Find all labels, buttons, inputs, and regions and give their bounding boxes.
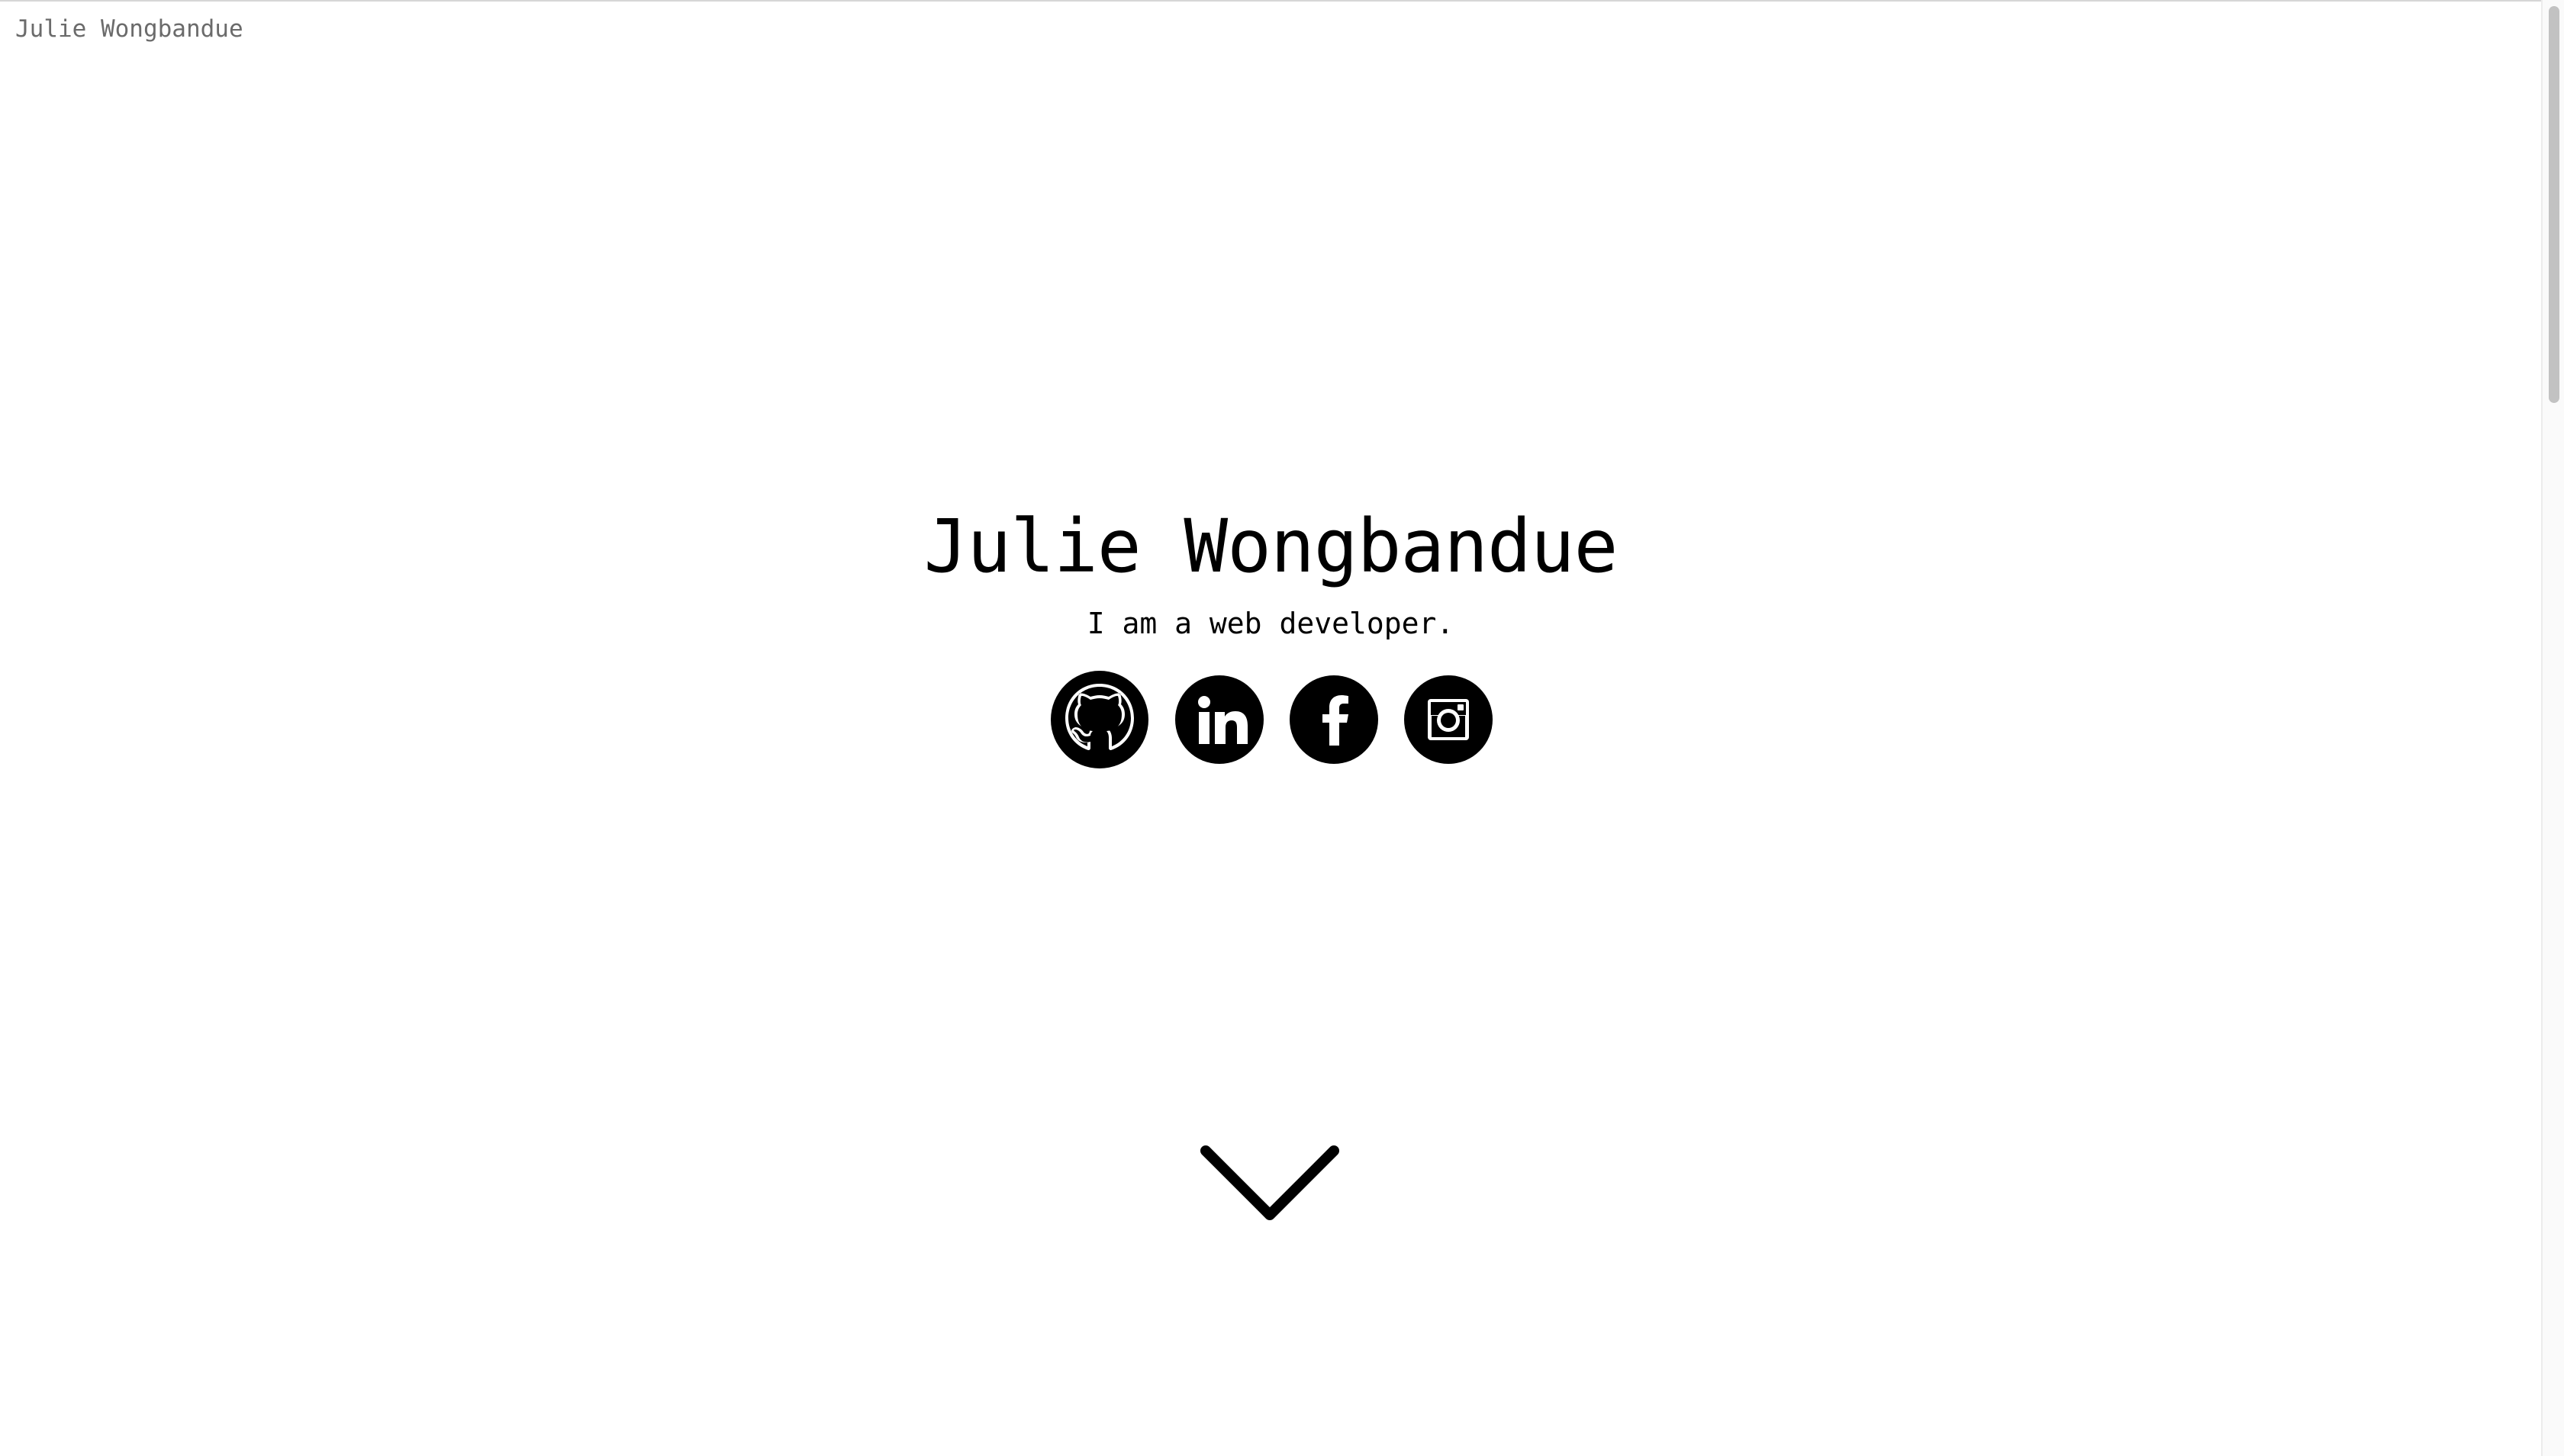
page-subtitle: I am a web developer. bbox=[1087, 607, 1454, 640]
linkedin-link[interactable] bbox=[1175, 675, 1264, 764]
instagram-link[interactable] bbox=[1404, 675, 1493, 764]
scrollbar-thumb[interactable] bbox=[2549, 6, 2559, 403]
instagram-icon bbox=[1404, 675, 1493, 764]
vertical-scrollbar[interactable] bbox=[2541, 0, 2564, 1456]
facebook-icon bbox=[1290, 675, 1378, 764]
scroll-down-button[interactable] bbox=[1200, 1140, 1340, 1226]
social-links bbox=[0, 670, 2541, 769]
site-name-link[interactable]: Julie Wongbandue bbox=[15, 14, 243, 44]
page: Julie Wongbandue Julie Wongbandue I am a… bbox=[0, 2, 2541, 1456]
linkedin-icon bbox=[1175, 675, 1264, 764]
page-title: Julie Wongbandue bbox=[923, 504, 1619, 589]
facebook-link[interactable] bbox=[1290, 675, 1378, 764]
github-icon bbox=[1051, 671, 1148, 768]
github-link[interactable] bbox=[1050, 670, 1149, 769]
chevron-down-icon bbox=[1200, 1145, 1339, 1220]
